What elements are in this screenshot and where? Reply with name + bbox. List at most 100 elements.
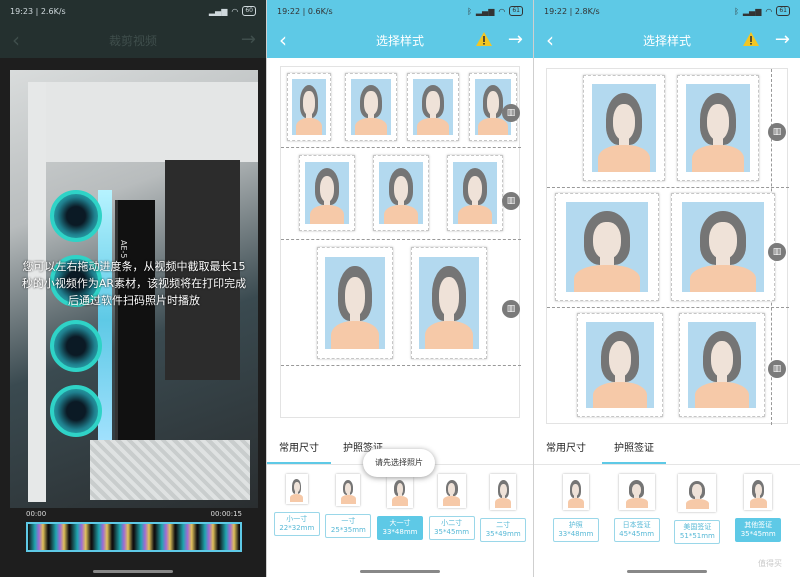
nav-gesture-bar[interactable]: [627, 570, 707, 573]
tab-common-sizes[interactable]: 常用尺寸: [267, 434, 331, 464]
id-photo[interactable]: [679, 313, 765, 417]
video-case-top: [28, 82, 258, 162]
select-photo-toast: 请先选择照片: [363, 449, 435, 477]
signal-icon: ▂▄▆: [475, 6, 495, 16]
delete-row-icon[interactable]: ▥: [768, 243, 786, 261]
battery-icon: 61: [509, 6, 523, 16]
id-photo[interactable]: [677, 75, 759, 181]
id-photo[interactable]: [583, 75, 665, 181]
status-time: 19:23: [10, 6, 34, 16]
size-label: 日本签证 45*45mm: [613, 518, 660, 542]
timeline-frame: [49, 524, 71, 550]
status-bar: 19:23 | 2.6K/s ▂▄▆ ◠ 60: [0, 0, 266, 22]
next-arrow-icon[interactable]: →: [508, 28, 523, 52]
size-thumbnail: [562, 474, 589, 510]
size-label: 美国签证 51*51mm: [674, 520, 721, 544]
next-arrow-icon[interactable]: →: [775, 28, 790, 52]
size-thumbnail: [618, 474, 655, 510]
size-name: 二寸: [496, 521, 511, 529]
size-thumbnail: [678, 474, 717, 512]
video-fan: [50, 190, 102, 242]
size-name: 小二寸: [441, 519, 463, 527]
back-arrow-icon[interactable]: ‹: [546, 28, 554, 52]
warning-icon[interactable]: [475, 31, 493, 47]
size-dims: 35*45mm: [740, 530, 776, 538]
style-select-screen-common: 19:22 | 0.6K/s ᛒ ▂▄▆ ◠ 61 ‹ 选择样式 → ▥ ▥ ▥ 常用…: [267, 0, 533, 577]
size-label: 护照 33*48mm: [552, 518, 599, 542]
delete-row-icon[interactable]: ▥: [768, 360, 786, 378]
size-option[interactable]: 二寸 35*49mm: [480, 474, 527, 542]
nav-gesture-bar[interactable]: [360, 570, 440, 573]
back-arrow-icon[interactable]: ‹: [12, 28, 20, 52]
timeline-frames[interactable]: [26, 522, 242, 552]
wifi-icon: ◠: [498, 6, 506, 16]
size-option[interactable]: 一寸 25*35mm: [325, 474, 372, 542]
back-arrow-icon[interactable]: ‹: [279, 28, 287, 52]
size-option-selected[interactable]: 其他签证 35*45mm: [735, 474, 782, 544]
size-option[interactable]: 美国签证 51*51mm: [674, 474, 721, 544]
id-photo[interactable]: [317, 247, 393, 359]
video-psu-grille: [90, 440, 250, 500]
page-title: 选择样式: [375, 33, 424, 48]
video-timeline[interactable]: 00:00 00:00:15: [10, 510, 258, 562]
size-dims: 51*51mm: [679, 532, 715, 540]
id-photo[interactable]: [577, 313, 663, 417]
status-time: 19:22: [277, 6, 301, 16]
id-photo[interactable]: [287, 73, 331, 141]
delete-row-icon[interactable]: ▥: [502, 104, 520, 122]
size-label: 大一寸 33*48mm: [376, 516, 423, 540]
app-bar: ‹ 选择样式 →: [534, 22, 800, 58]
size-option[interactable]: 小一寸 22*32mm: [273, 474, 320, 542]
size-option-selected[interactable]: 大一寸 33*48mm: [376, 474, 423, 542]
size-option[interactable]: 护照 33*48mm: [552, 474, 599, 544]
delete-row-icon[interactable]: ▥: [768, 123, 786, 141]
size-label: 一寸 25*35mm: [325, 514, 372, 538]
delete-row-icon[interactable]: ▥: [502, 192, 520, 210]
id-photo[interactable]: [411, 247, 487, 359]
id-photo[interactable]: [407, 73, 459, 141]
status-speed: 0.6K/s: [307, 6, 333, 16]
size-name: 护照: [568, 521, 583, 529]
size-thumbnail: [336, 474, 361, 506]
size-thumbnail: [490, 474, 517, 510]
timeline-frame: [176, 524, 198, 550]
print-sheet-canvas[interactable]: [280, 66, 521, 418]
photo-placeholder: [305, 161, 349, 225]
delete-row-icon[interactable]: ▥: [502, 300, 520, 318]
id-photo[interactable]: [671, 193, 775, 301]
tab-common-sizes[interactable]: 常用尺寸: [534, 434, 598, 464]
photo-placeholder: [413, 79, 453, 135]
size-options: 小一寸 22*32mm 一寸 25*35mm 大一寸 33*48mm 小二寸 35*45…: [267, 474, 533, 542]
wifi-icon: ◠: [765, 6, 773, 16]
photo-placeholder: [453, 161, 497, 225]
size-option[interactable]: 日本签证 45*45mm: [613, 474, 660, 544]
page-title: 选择样式: [642, 33, 691, 48]
status-icons: ᛒ ▂▄▆ ◠ 61: [734, 6, 790, 16]
id-photo[interactable]: [299, 155, 355, 231]
gpu-label: AE-5: [119, 240, 128, 259]
photo-placeholder: [292, 79, 326, 135]
next-arrow-icon[interactable]: →: [241, 28, 256, 52]
signal-icon: ▂▄▆: [742, 6, 762, 16]
size-option[interactable]: 小二寸 35*45mm: [428, 474, 475, 542]
battery-icon: 61: [776, 6, 790, 16]
status-icons: ᛒ ▂▄▆ ◠ 61: [467, 6, 523, 16]
id-photo[interactable]: [373, 155, 429, 231]
print-sheet-canvas[interactable]: [546, 68, 789, 425]
photo-placeholder: [592, 84, 656, 172]
id-photo[interactable]: [447, 155, 503, 231]
photo-placeholder: [688, 322, 756, 408]
id-photo[interactable]: [555, 193, 659, 301]
status-speed: 2.8K/s: [574, 6, 600, 16]
photo-placeholder: [419, 256, 479, 350]
size-dims: 22*32mm: [279, 524, 315, 532]
video-trim-screen: 19:23 | 2.6K/s ▂▄▆ ◠ 60 ‹ 裁剪视频 → AE-5 您可以左…: [0, 0, 266, 577]
photo-placeholder: [566, 202, 648, 292]
nav-gesture-bar[interactable]: [93, 570, 173, 573]
id-photo[interactable]: [345, 73, 397, 141]
warning-icon[interactable]: [742, 31, 760, 47]
size-dims: 35*49mm: [485, 530, 521, 538]
status-icons: ▂▄▆ ◠ 60: [209, 6, 256, 16]
tab-passport-visa[interactable]: 护照签证: [602, 434, 666, 464]
photo-placeholder: [379, 161, 423, 225]
